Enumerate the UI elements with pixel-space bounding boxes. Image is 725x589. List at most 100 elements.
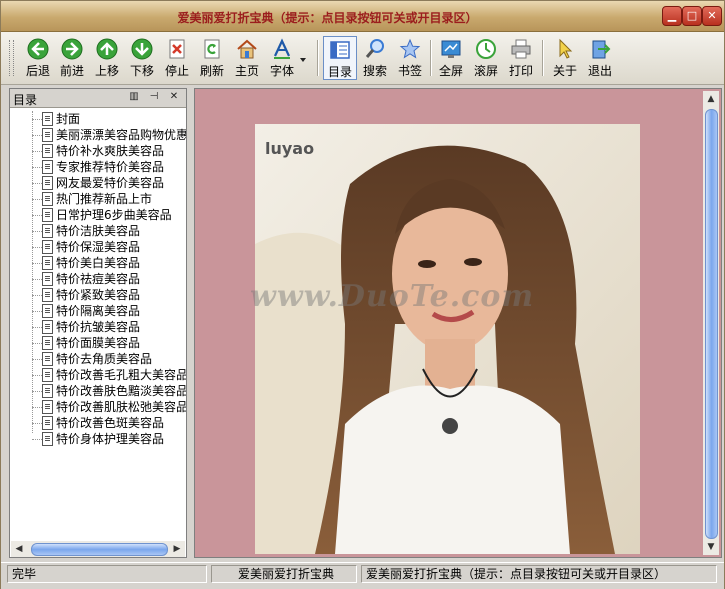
panel-splitter[interactable] (188, 88, 193, 558)
search-button[interactable]: 搜索 (358, 36, 392, 80)
document-icon (42, 288, 53, 302)
font-icon (274, 38, 290, 59)
contents-panel-header: 目录 ▥ ⊣ ✕ (10, 89, 186, 108)
panel-dock-icon[interactable]: ▥ (128, 91, 140, 103)
tree-branch-line (32, 343, 42, 344)
tree-branch-line (32, 311, 42, 312)
document-icon (42, 224, 53, 238)
move-up-button[interactable]: 上移 (90, 36, 124, 80)
tree-item-label: 特价去角质美容品 (56, 352, 153, 366)
font-button[interactable]: 字体 (265, 36, 299, 80)
document-icon (42, 208, 53, 222)
tree-item-label: 专家推荐特价美容品 (56, 160, 165, 174)
back-arrow-icon (27, 38, 49, 60)
toolbar-separator (542, 40, 544, 76)
tree-branch-line (32, 375, 42, 376)
maximize-button[interactable]: □ (682, 6, 702, 26)
tree-branch-line (32, 423, 42, 424)
stop-icon (169, 39, 185, 59)
horizontal-scrollbar[interactable]: ◀ ▶ (11, 541, 185, 557)
content-view: luyao www.DuoTe.com ▲ ▼ (194, 88, 722, 558)
home-icon (237, 39, 257, 59)
tree-item-label: 封面 (56, 112, 81, 126)
tree-item-label: 特价美白美容品 (56, 256, 141, 270)
document-icon (42, 336, 53, 350)
document-icon (42, 416, 53, 430)
tree-item-label: 特价抗皱美容品 (56, 320, 141, 334)
bookmark-star-icon (399, 38, 421, 59)
tree-branch-line (32, 263, 42, 264)
status-app-name: 爱美丽爱打折宝典 (211, 565, 357, 583)
tree-branch-line (32, 119, 42, 120)
document-icon (42, 112, 53, 126)
fullscreen-icon (441, 40, 461, 58)
fullscreen-button[interactable]: 全屏 (434, 36, 468, 80)
tree-branch-line (32, 327, 42, 328)
status-bar: 完毕 爱美丽爱打折宝典 爱美丽爱打折宝典（提示：点目录按钮可关或开目录区） (1, 562, 724, 589)
tree-guide-line (32, 111, 33, 433)
document-icon (42, 240, 53, 254)
status-text: 完毕 (7, 565, 207, 583)
contents-panel-title: 目录 (13, 93, 38, 107)
tree-item-label: 热门推荐新品上市 (56, 192, 153, 206)
back-button[interactable]: 后退 (21, 36, 55, 80)
app-window: 爱美丽爱打折宝典（提示：点目录按钮可关或开目录区） ▁ □ ✕ 后退 前进 上移… (0, 0, 725, 589)
refresh-button[interactable]: 刷新 (195, 36, 229, 80)
document-icon (42, 368, 53, 382)
document-icon (42, 432, 53, 446)
document-icon (42, 160, 53, 174)
tree-item-label: 特价祛痘美容品 (56, 272, 141, 286)
bookmark-button[interactable]: 书签 (393, 36, 427, 80)
up-arrow-icon (96, 38, 118, 60)
title-bar: 爱美丽爱打折宝典（提示：点目录按钮可关或开目录区） ▁ □ ✕ (1, 1, 724, 32)
scroll-right-icon[interactable]: ▶ (170, 542, 184, 556)
tree-item-label: 美丽漂漂美容品购物优惠 (56, 128, 186, 142)
close-icon: ✕ (707, 9, 717, 22)
horizontal-scroll-thumb[interactable] (31, 543, 168, 556)
contents-button[interactable]: 目录 (323, 36, 357, 80)
tree-branch-line (32, 359, 42, 360)
document-icon (42, 384, 53, 398)
search-icon (365, 39, 384, 58)
tree-branch-line (32, 439, 42, 440)
vertical-scroll-thumb[interactable] (705, 109, 718, 539)
tree-branch-line (32, 231, 42, 232)
print-icon (511, 39, 531, 59)
close-button[interactable]: ✕ (702, 6, 722, 26)
toolbar-grip[interactable] (9, 40, 14, 76)
maximize-icon: □ (686, 9, 698, 22)
tree-item-label: 特价改善肤色黯淡美容品 (56, 384, 186, 398)
contents-panel: 目录 ▥ ⊣ ✕ 封面 美丽漂漂美容品购物优惠 特价补水爽肤美容品 专家推荐特价美容品… (9, 88, 187, 558)
home-button[interactable]: 主页 (230, 36, 264, 80)
photo-logo: luyao (265, 139, 314, 158)
scroll-up-icon[interactable]: ▲ (704, 92, 718, 106)
scroll-down-icon[interactable]: ▼ (704, 540, 718, 554)
autoscroll-button[interactable]: 滚屏 (469, 36, 503, 80)
exit-button[interactable]: 退出 (583, 36, 617, 80)
tree-branch-line (32, 391, 42, 392)
tree-item-label: 特价改善肌肤松弛美容品 (56, 400, 186, 414)
cover-photo: luyao (255, 124, 640, 554)
about-button[interactable]: 关于 (548, 36, 582, 80)
contents-tree: 封面 美丽漂漂美容品购物优惠 特价补水爽肤美容品 专家推荐特价美容品 网友最爱特价美容品… (10, 109, 186, 529)
minimize-button[interactable]: ▁ (662, 6, 682, 26)
refresh-icon (204, 39, 220, 59)
tree-item-label: 日常护理6步曲美容品 (56, 208, 172, 222)
document-icon (42, 400, 53, 414)
vertical-scrollbar[interactable]: ▲ ▼ (703, 91, 719, 555)
panel-pin-icon[interactable]: ⊣ (148, 91, 160, 103)
forward-button[interactable]: 前进 (55, 36, 89, 80)
move-down-button[interactable]: 下移 (125, 36, 159, 80)
forward-arrow-icon (61, 38, 83, 60)
document-icon (42, 192, 53, 206)
tree-branch-line (32, 247, 42, 248)
window-title: 爱美丽爱打折宝典（提示：点目录按钮可关或开目录区） (177, 11, 478, 25)
scroll-left-icon[interactable]: ◀ (12, 542, 26, 556)
contents-icon (330, 41, 350, 59)
font-dropdown-arrow-icon[interactable] (300, 58, 306, 62)
print-button[interactable]: 打印 (504, 36, 538, 80)
panel-close-icon[interactable]: ✕ (168, 91, 180, 103)
autoscroll-icon (476, 39, 496, 59)
portrait-image: luyao (255, 124, 640, 554)
stop-button[interactable]: 停止 (160, 36, 194, 80)
